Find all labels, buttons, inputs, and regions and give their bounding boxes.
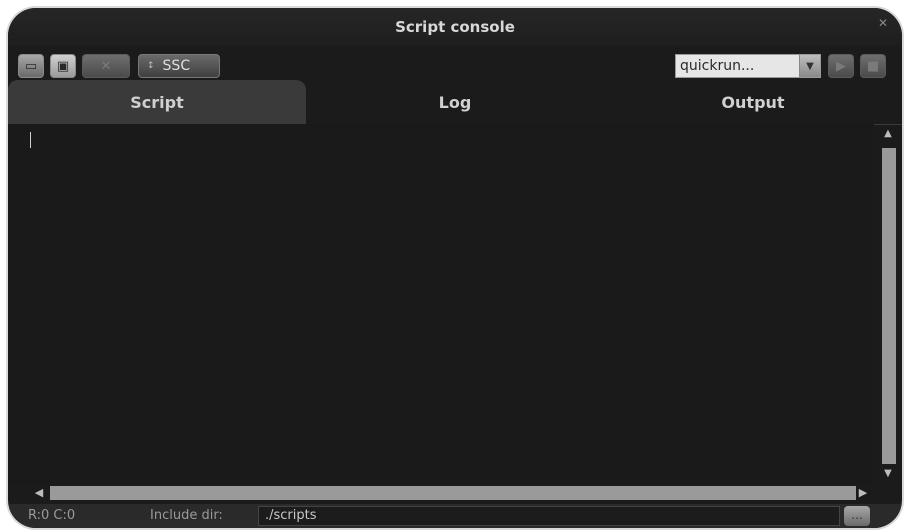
scroll-up-icon[interactable]: ▲ <box>882 128 894 140</box>
stop-icon: ■ <box>866 58 880 74</box>
play-icon: ▶ <box>836 58 846 74</box>
script-mode-label: SSC <box>162 58 191 74</box>
open-script-button[interactable]: ▭ <box>18 54 44 78</box>
save-script-button[interactable]: ▣ <box>50 54 76 78</box>
tab-script[interactable]: Script <box>8 80 306 124</box>
window-title: Script console <box>395 18 515 36</box>
quickrun-value: quickrun... <box>680 58 755 74</box>
console-tabs: Script Log Output <box>8 80 902 125</box>
include-dir-input[interactable]: ./scripts <box>258 506 840 526</box>
quickrun-select[interactable]: quickrun... ▼ <box>675 54 821 78</box>
eraser-icon: ✕ <box>100 58 112 74</box>
tab-script-label: Script <box>130 92 184 112</box>
cursor-position: R:0 C:0 <box>28 508 76 523</box>
save-icon: ▣ <box>56 58 70 74</box>
toolbar: ▭ ▣ ✕ ↕ SSC quickrun... ▼ ▶ ■ <box>8 48 902 82</box>
triangle-down-icon[interactable]: ▼ <box>799 55 820 77</box>
include-dir-label: Include dir: <box>150 508 223 523</box>
mode-arrows-icon: ↕ <box>147 60 155 71</box>
clear-button[interactable]: ✕ <box>82 54 130 78</box>
run-script-button[interactable]: ▶ <box>828 54 854 78</box>
status-bar: R:0 C:0 Include dir: ./scripts ... <box>8 504 902 528</box>
stop-script-button[interactable]: ■ <box>860 54 886 78</box>
folder-icon: ▭ <box>24 58 38 74</box>
horizontal-scrollbar[interactable]: ◀ ▶ <box>28 484 874 502</box>
tab-log-label: Log <box>438 92 472 112</box>
tab-output[interactable]: Output <box>604 80 902 124</box>
browse-include-dir-button[interactable]: ... <box>844 506 870 526</box>
script-console-window: Script console ✕ ▭ ▣ ✕ ↕ SSC quickrun...… <box>8 8 902 528</box>
title-bar: Script console ✕ <box>8 8 902 46</box>
horizontal-scroll-thumb[interactable] <box>50 486 856 500</box>
scroll-down-icon[interactable]: ▼ <box>882 468 894 480</box>
script-mode-button[interactable]: ↕ SSC <box>138 54 220 78</box>
tab-output-label: Output <box>721 92 785 112</box>
scroll-left-icon[interactable]: ◀ <box>32 486 46 500</box>
close-icon[interactable]: ✕ <box>878 17 888 29</box>
text-cursor <box>30 132 31 148</box>
vertical-scrollbar[interactable]: ▲ ▼ <box>874 124 902 484</box>
scroll-right-icon[interactable]: ▶ <box>856 486 870 500</box>
script-editor[interactable] <box>8 124 874 484</box>
vertical-scroll-thumb[interactable] <box>882 148 896 464</box>
tab-log[interactable]: Log <box>306 80 604 124</box>
